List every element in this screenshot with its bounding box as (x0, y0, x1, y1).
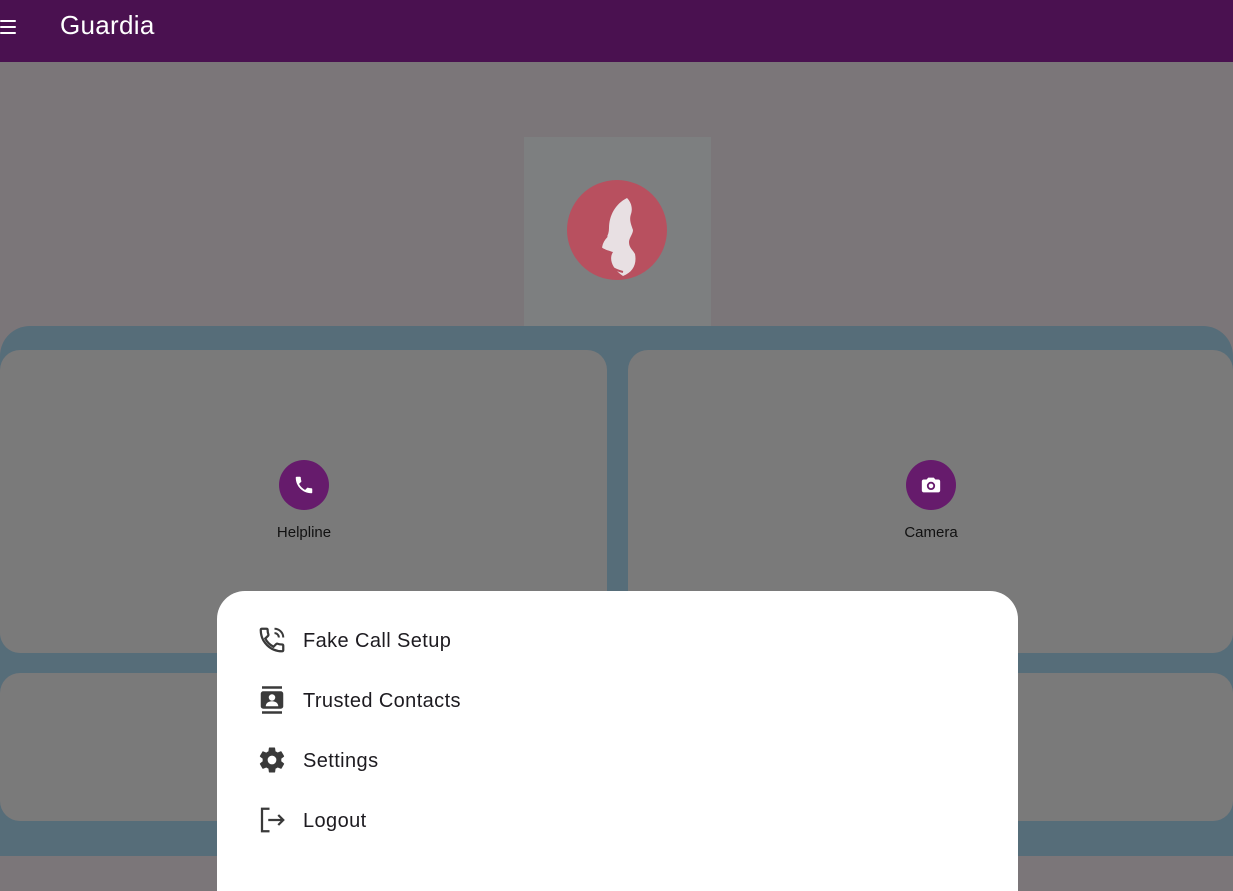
woman-profile-icon (567, 180, 667, 280)
hero-section (0, 62, 1233, 326)
gear-icon (259, 747, 285, 773)
helpline-label: Helpline (276, 524, 332, 541)
menu-item-fake-call-setup[interactable]: Fake Call Setup (257, 616, 977, 664)
menu-item-label: Fake Call Setup (303, 630, 452, 652)
menu-item-label: Settings (303, 750, 379, 772)
menu-item-trusted-contacts[interactable]: Trusted Contacts (257, 676, 977, 724)
camera-label: Camera (904, 524, 958, 541)
menu-icon[interactable] (0, 14, 28, 40)
menu-item-label: Logout (303, 810, 367, 832)
camera-icon (906, 460, 956, 510)
menu-item-logout[interactable]: Logout (257, 796, 977, 844)
app-bar: Guardia (0, 0, 1233, 62)
menu-item-settings[interactable]: Settings (257, 736, 977, 784)
phone-icon (279, 460, 329, 510)
menu-item-label: Trusted Contacts (303, 690, 461, 712)
logo-container (524, 137, 711, 326)
contacts-icon (260, 686, 284, 714)
logout-icon (260, 807, 285, 833)
phone-callback-icon (259, 627, 285, 653)
app-title: Guardia (60, 10, 155, 40)
bottom-sheet-menu: Fake Call Setup Trusted Contacts Setting… (217, 591, 1018, 891)
